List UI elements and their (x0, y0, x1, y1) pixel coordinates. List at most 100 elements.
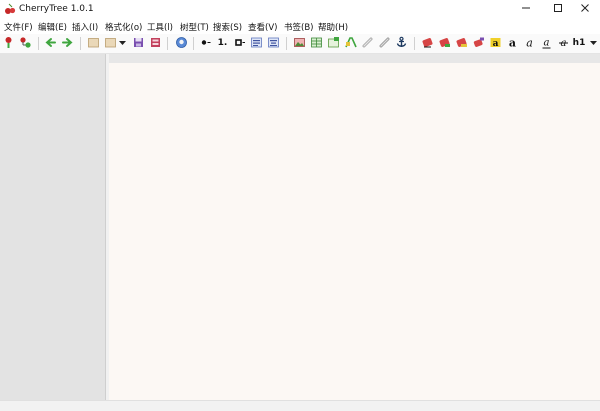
go-forward-button[interactable] (61, 37, 74, 50)
title-bar: CherryTree 1.0.1 (0, 0, 600, 18)
find-in-nodes-icon (175, 36, 188, 52)
toolbar-separator (167, 37, 168, 50)
toggle-panel-button[interactable] (250, 37, 263, 50)
bold-icon: a (506, 36, 519, 52)
tree-panel[interactable] (0, 54, 106, 400)
add-node-icon (2, 36, 15, 52)
menu-tree[interactable]: 树型(T) (180, 21, 209, 33)
toggle-panel-icon (250, 36, 263, 52)
clear-format-icon (455, 36, 468, 52)
svg-text:a: a (509, 36, 516, 49)
new-file-icon (87, 36, 100, 52)
heading-1-button[interactable]: h1 (572, 37, 586, 50)
toolbar-separator (38, 37, 39, 50)
subscript-icon (472, 36, 485, 52)
export-button[interactable] (149, 37, 162, 50)
go-back-icon (44, 36, 57, 52)
highlight-icon: a (489, 36, 502, 52)
menu-view[interactable]: 查看(V) (248, 21, 277, 33)
subscript-button[interactable] (472, 37, 485, 50)
text-color-button[interactable] (421, 37, 434, 50)
menu-help[interactable]: 帮助(H) (318, 21, 348, 33)
find-in-nodes-button[interactable] (175, 36, 188, 52)
recent-files-dropdown-icon (118, 36, 127, 52)
toolbar: 1. a a a a h1 (0, 34, 600, 54)
todo-list-button[interactable] (233, 37, 246, 50)
minimize-icon (521, 3, 531, 16)
recent-files-dropdown[interactable] (118, 37, 127, 50)
numbered-list-icon: 1. (217, 38, 228, 48)
strikethrough-icon: a (557, 36, 570, 52)
svg-text:a: a (526, 36, 533, 49)
export-icon (149, 36, 162, 52)
numbered-list-button[interactable]: 1. (216, 37, 229, 50)
underline-button[interactable]: a (540, 37, 553, 50)
italic-icon: a (523, 36, 536, 52)
insert-image-button[interactable] (293, 37, 306, 50)
italic-button[interactable]: a (523, 36, 536, 52)
add-node-button[interactable] (2, 36, 15, 52)
text-editor[interactable] (109, 63, 600, 400)
editor-header-strip (109, 54, 600, 63)
new-file-button[interactable] (87, 37, 100, 50)
insert-special-char-icon (344, 36, 357, 52)
menu-file[interactable]: 文件(F) (4, 21, 33, 33)
open-file-button[interactable] (104, 37, 117, 50)
menu-edit[interactable]: 编辑(E) (38, 21, 67, 33)
insert-link-button[interactable] (361, 37, 374, 50)
close-icon (580, 3, 590, 16)
text-color-icon (421, 36, 434, 52)
menu-bookmarks[interactable]: 书签(B) (284, 21, 313, 33)
close-button[interactable] (568, 0, 600, 18)
more-dropdown-icon (589, 36, 598, 52)
save-button[interactable] (132, 37, 145, 50)
menu-tools[interactable]: 工具(l) (147, 21, 173, 33)
status-bar (0, 400, 600, 411)
insert-table-button[interactable] (310, 37, 323, 50)
toolbar-separator (414, 37, 415, 50)
bold-button[interactable]: a (506, 36, 519, 52)
go-back-button[interactable] (44, 37, 57, 50)
toolbar-separator (286, 37, 287, 50)
background-color-button[interactable] (438, 37, 451, 50)
toolbar-separator (80, 37, 81, 50)
background-color-icon (438, 36, 451, 52)
insert-image-icon (293, 36, 306, 52)
insert-table-icon (310, 36, 323, 52)
open-file-icon (104, 36, 117, 52)
menu-search[interactable]: 搜索(S) (213, 21, 242, 33)
maximize-icon (553, 3, 563, 16)
add-subnode-button[interactable] (19, 36, 32, 52)
insert-codebox-icon (327, 36, 340, 52)
heading-1-icon: h1 (572, 38, 586, 48)
go-forward-icon (61, 36, 74, 52)
insert-link-icon (361, 36, 374, 52)
insert-anchor-icon (395, 36, 408, 52)
minimize-button[interactable] (509, 0, 543, 18)
more-dropdown[interactable] (589, 37, 598, 50)
highlight-button[interactable]: a (489, 37, 502, 50)
insert-anchor-button[interactable] (395, 36, 408, 52)
save-icon (132, 36, 145, 52)
bulleted-list-icon (199, 36, 212, 52)
add-subnode-icon (19, 36, 32, 52)
menu-format[interactable]: 格式化(o) (105, 21, 142, 33)
link-node-icon (378, 36, 391, 52)
menu-insert[interactable]: 插入(I) (72, 21, 98, 33)
bulleted-list-button[interactable] (199, 37, 212, 50)
link-node-button[interactable] (378, 37, 391, 50)
cherry-icon (4, 3, 16, 15)
toolbar-separator (193, 37, 194, 50)
menu-bar: 文件(F) 编辑(E) 插入(I) 格式化(o) 工具(l) 树型(T) 搜索(… (0, 18, 600, 34)
clear-format-button[interactable] (455, 37, 468, 50)
insert-codebox-button[interactable] (327, 36, 340, 52)
align-button[interactable] (267, 37, 280, 50)
insert-special-char-button[interactable] (344, 36, 357, 52)
todo-list-icon (233, 36, 246, 52)
window-title: CherryTree 1.0.1 (19, 4, 94, 14)
align-icon (267, 36, 280, 52)
svg-text:a: a (544, 37, 550, 48)
strikethrough-button[interactable]: a (557, 37, 570, 50)
underline-icon: a (540, 36, 553, 52)
svg-text:a: a (493, 39, 499, 49)
